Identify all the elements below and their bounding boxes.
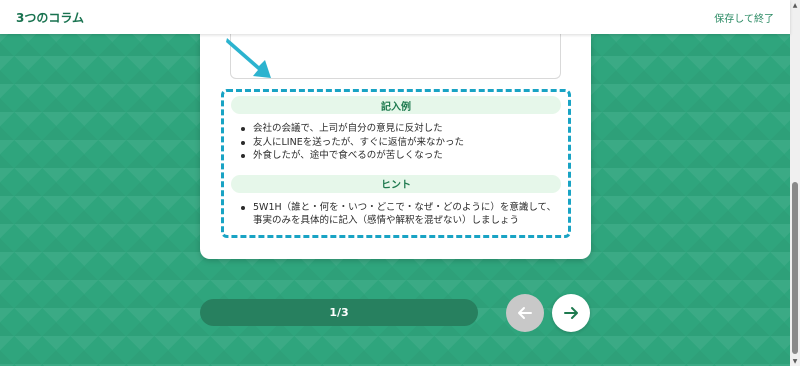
save-and-exit-button[interactable]: 保存して終了 [714, 10, 774, 25]
next-button[interactable] [552, 294, 590, 332]
top-bar: 3つのコラム 保存して終了 [0, 0, 790, 34]
app-title: 3つのコラム [16, 10, 84, 25]
list-item: 外食したが、途中で食べるのが苦しくなった [241, 149, 561, 163]
example-list: 会社の会議で、上司が自分の意見に反対した 友人にLINEを送ったが、すぐに返信が… [241, 122, 561, 163]
hint-heading: ヒント [231, 174, 561, 193]
page-indicator-label: 1/3 [329, 306, 349, 319]
previous-button[interactable] [506, 294, 544, 332]
arrow-right-icon [564, 307, 578, 319]
scroll-down-icon[interactable]: ▼ [790, 356, 800, 366]
example-heading: 記入例 [231, 96, 561, 114]
arrow-left-icon [518, 307, 532, 319]
page-indicator: 1/3 [200, 299, 478, 326]
scrollbar-thumb[interactable] [792, 182, 798, 354]
pointer-arrow-icon [226, 38, 271, 78]
scroll-up-icon[interactable]: ▲ [790, 0, 800, 10]
hint-list: 5W1H（誰と・何を・いつ・どこで・なぜ・どのように）を意識して、事実のみを具体… [241, 201, 561, 228]
column-card: 記入例 会社の会議で、上司が自分の意見に反対した 友人にLINEを送ったが、すぐ… [200, 20, 591, 259]
guidance-box: 記入例 会社の会議で、上司が自分の意見に反対した 友人にLINEを送ったが、すぐ… [221, 89, 571, 238]
list-item: 5W1H（誰と・何を・いつ・どこで・なぜ・どのように）を意識して、事実のみを具体… [241, 201, 561, 228]
list-item: 友人にLINEを送ったが、すぐに返信が来なかった [241, 136, 561, 150]
vertical-scrollbar[interactable]: ▲ ▼ [790, 0, 800, 366]
list-item: 会社の会議で、上司が自分の意見に反対した [241, 122, 561, 136]
